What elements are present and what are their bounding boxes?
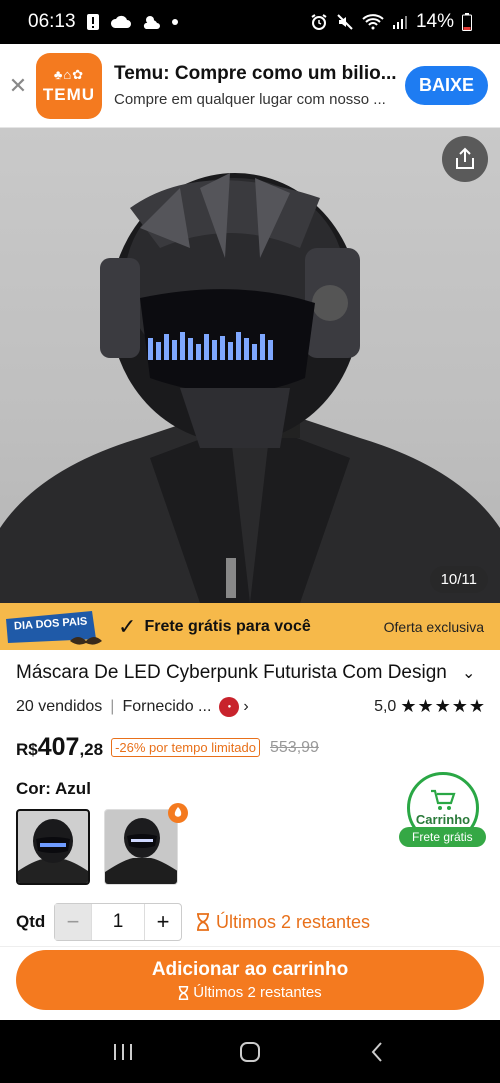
- notification-dot-icon: [171, 19, 178, 25]
- recent-apps-button[interactable]: [98, 1032, 148, 1072]
- helmet-thumbnail-alt: [105, 818, 177, 884]
- currency: R$: [16, 740, 38, 759]
- color-options: [16, 809, 178, 885]
- product-meta: 20 vendidos | Fornecido ... ● › 5,0 ★★★★…: [16, 696, 486, 717]
- fathers-day-badge: DIA DOS PAIS: [0, 603, 110, 650]
- product-title-row[interactable]: Máscara De LED Cyberpunk Futurista Com D…: [16, 662, 486, 684]
- add-to-cart-sub-text: Últimos 2 restantes: [193, 984, 322, 1001]
- download-button[interactable]: BAIXE: [404, 66, 488, 105]
- wifi-icon: [362, 14, 384, 30]
- promo-strip: DIA DOS PAIS ✓ Frete grátis para você Of…: [0, 603, 500, 650]
- quantity-value[interactable]: 1: [91, 904, 145, 940]
- temu-logo: ♣⌂✿ TEMU: [36, 52, 102, 119]
- add-to-cart-sub: Últimos 2 restantes: [178, 984, 322, 1001]
- home-icon: [239, 1041, 260, 1062]
- clock: 06:13: [28, 11, 76, 32]
- home-button[interactable]: [225, 1032, 275, 1072]
- cart-label: Carrinho: [415, 812, 471, 827]
- battery-percent: 14%: [415, 11, 454, 32]
- color-label: Cor: Azul: [16, 779, 91, 798]
- divider: [0, 946, 500, 947]
- banner-subtitle: Compre em qualquer lugar com nosso ...: [114, 91, 386, 108]
- star-icons: ★★★★★: [400, 696, 486, 716]
- discount-badge: -26% por tempo limitado: [111, 738, 260, 757]
- product-image[interactable]: 10/11: [0, 128, 500, 603]
- image-counter: 10/11: [429, 566, 488, 593]
- price-row: R$ 407 ,28 -26% por tempo limitado 553,9…: [16, 733, 319, 762]
- decrement-button[interactable]: −: [55, 904, 91, 940]
- share-button[interactable]: [442, 136, 488, 182]
- quantity-row: Qtd − 1 + Últimos 2 restantes: [16, 903, 370, 941]
- separator: |: [110, 697, 115, 715]
- product-photo: [0, 173, 500, 603]
- logo-glyphs: ♣⌂✿: [53, 66, 85, 82]
- weather-icon: [142, 14, 162, 30]
- exclusive-offer: Oferta exclusiva: [383, 618, 484, 635]
- fire-icon: [168, 803, 188, 823]
- add-to-cart-button[interactable]: Adicionar ao carrinho Últimos 2 restante…: [16, 950, 484, 1010]
- chevron-down-icon[interactable]: ⌄: [462, 663, 475, 683]
- hourglass-icon: [197, 913, 209, 931]
- price-decimal: ,28: [79, 740, 104, 759]
- alert-icon: [86, 13, 100, 31]
- supplier-link[interactable]: Fornecido ...: [122, 698, 211, 716]
- battery-icon: [462, 13, 472, 31]
- price-integer: 407: [37, 733, 80, 761]
- stock-text: Últimos 2 restantes: [216, 911, 371, 932]
- increment-button[interactable]: +: [145, 904, 181, 940]
- banner-text: Temu: Compre como um bilio... Compre em …: [114, 63, 402, 108]
- close-icon[interactable]: ✕: [0, 73, 36, 99]
- stock-note: Últimos 2 restantes: [196, 912, 370, 933]
- free-shipping-pill: Frete grátis: [399, 827, 486, 847]
- app-install-banner: ✕ ♣⌂✿ TEMU Temu: Compre como um bilio...…: [0, 44, 500, 128]
- recent-apps-icon: [114, 1043, 133, 1060]
- back-icon: [371, 1041, 382, 1062]
- quantity-stepper: − 1 +: [54, 903, 182, 941]
- check-icon: ✓: [118, 613, 137, 639]
- mute-icon: [336, 13, 354, 31]
- share-icon: [456, 147, 474, 169]
- signal-icon: [392, 14, 408, 30]
- color-option-blue[interactable]: [16, 809, 90, 885]
- back-button[interactable]: [352, 1032, 402, 1072]
- rating[interactable]: 5,0 ★★★★★: [374, 696, 486, 717]
- cloud-icon: [110, 15, 132, 29]
- sold-count: 20 vendidos: [16, 697, 103, 715]
- rating-value: 5,0: [374, 697, 397, 715]
- alarm-icon: [310, 13, 328, 31]
- hourglass-icon: [179, 985, 189, 1000]
- color-option-alt[interactable]: [104, 809, 178, 885]
- logo-text: TEMU: [42, 84, 96, 104]
- quantity-label: Qtd: [16, 912, 46, 931]
- chevron-right-icon[interactable]: ›: [243, 698, 248, 716]
- add-to-cart-label: Adicionar ao carrinho: [151, 959, 349, 980]
- cart-icon: [431, 789, 456, 810]
- promo-text: Frete grátis para você: [144, 617, 311, 635]
- seller-logo[interactable]: ●: [219, 696, 240, 717]
- old-price: 553,99: [270, 739, 319, 756]
- system-nav-bar: [0, 1020, 500, 1083]
- status-bar: 06:13 14%: [0, 0, 500, 44]
- helmet-thumbnail: [18, 819, 88, 883]
- banner-title: Temu: Compre como um bilio...: [114, 63, 397, 84]
- product-title: Máscara De LED Cyberpunk Futurista Com D…: [16, 662, 447, 683]
